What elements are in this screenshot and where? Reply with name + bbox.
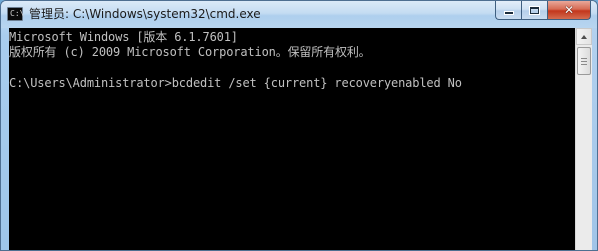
maximize-icon <box>530 6 539 14</box>
minimize-icon <box>504 12 513 14</box>
caption-buttons: ✕ <box>495 1 591 20</box>
maximize-button[interactable] <box>521 1 547 20</box>
cmd-icon-glyph: C:\ <box>10 9 25 18</box>
scroll-thumb[interactable] <box>577 47 591 75</box>
cmd-console-icon[interactable]: C:\ <box>7 7 25 21</box>
minimize-button[interactable] <box>495 1 521 20</box>
window-frame-right <box>592 28 597 250</box>
vertical-scrollbar[interactable] <box>575 28 592 250</box>
scroll-up-arrow-icon <box>581 34 587 39</box>
grip-line <box>581 64 587 65</box>
close-icon: ✕ <box>563 3 575 17</box>
grip-line <box>581 61 587 62</box>
console-line-copyright: 版权所有 (c) 2009 Microsoft Corporation。保留所有… <box>9 45 371 59</box>
window-title: 管理员: C:\Windows\system32\cmd.exe <box>29 7 261 21</box>
title-bar[interactable]: C:\ 管理员: C:\Windows\system32\cmd.exe ✕ <box>1 1 597 28</box>
close-button[interactable]: ✕ <box>547 1 591 20</box>
console-output[interactable]: Microsoft Windows [版本 6.1.7601] 版权所有 (c)… <box>9 28 575 250</box>
console-line-command: C:\Users\Administrator>bcdedit /set {cur… <box>9 76 462 90</box>
console-line-version: Microsoft Windows [版本 6.1.7601] <box>9 30 238 44</box>
cmd-window: C:\ 管理员: C:\Windows\system32\cmd.exe ✕ M… <box>0 0 598 251</box>
scroll-up-button[interactable] <box>576 28 592 45</box>
grip-line <box>581 58 587 59</box>
